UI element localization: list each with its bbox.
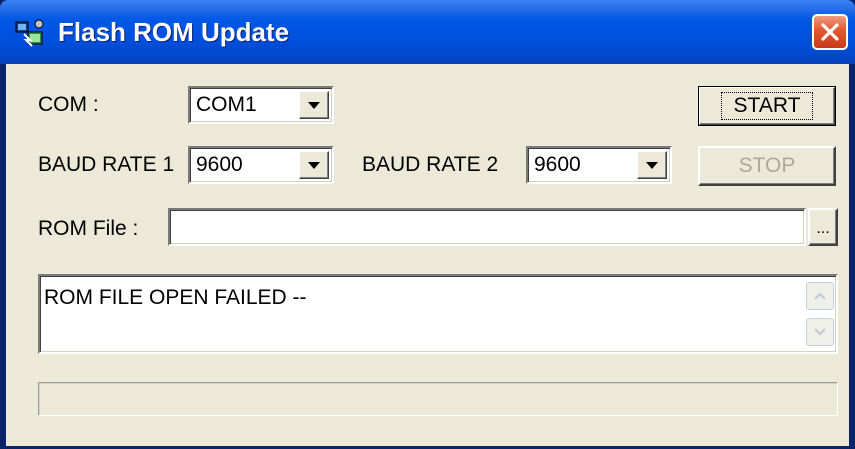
com-port-value: COM1 xyxy=(196,93,257,116)
chevron-down-icon[interactable] xyxy=(299,151,329,179)
baud-rate-1-label: BAUD RATE 1 xyxy=(38,153,175,176)
dialog-body: COM : COM1 START BAUD RATE 1 9600 BAUD R… xyxy=(6,64,849,446)
title-bar[interactable]: Flash ROM Update xyxy=(0,0,855,64)
status-log[interactable]: ROM FILE OPEN FAILED -- xyxy=(38,274,838,354)
start-button[interactable]: START xyxy=(698,86,836,126)
chevron-down-icon[interactable] xyxy=(637,151,667,179)
window-title: Flash ROM Update xyxy=(58,17,290,47)
scroll-up-button[interactable] xyxy=(806,282,834,310)
browse-button[interactable]: ... xyxy=(808,208,838,246)
baud-rate-2-select[interactable]: 9600 xyxy=(526,146,672,184)
stop-button-label: STOP xyxy=(738,154,796,177)
status-log-text: ROM FILE OPEN FAILED -- xyxy=(44,286,307,309)
scroll-down-button[interactable] xyxy=(806,318,834,346)
rom-file-path-input[interactable] xyxy=(168,208,806,246)
chevron-down-icon[interactable] xyxy=(299,91,329,119)
baud-rate-2-value: 9600 xyxy=(534,153,581,176)
close-button[interactable] xyxy=(812,14,848,50)
progress-bar xyxy=(38,382,838,416)
baud-rate-1-value: 9600 xyxy=(196,153,243,176)
browse-button-label: ... xyxy=(816,220,830,237)
com-port-select[interactable]: COM1 xyxy=(188,86,334,124)
flash-rom-update-window: Flash ROM Update COM : COM1 START BAUD R… xyxy=(0,0,855,449)
com-label: COM : xyxy=(38,93,99,116)
baud-rate-2-label: BAUD RATE 2 xyxy=(362,153,499,176)
stop-button[interactable]: STOP xyxy=(698,146,836,186)
rom-file-label: ROM File : xyxy=(38,217,139,240)
flash-rom-icon xyxy=(14,18,46,48)
baud-rate-1-select[interactable]: 9600 xyxy=(188,146,334,184)
start-button-label: START xyxy=(720,92,814,120)
